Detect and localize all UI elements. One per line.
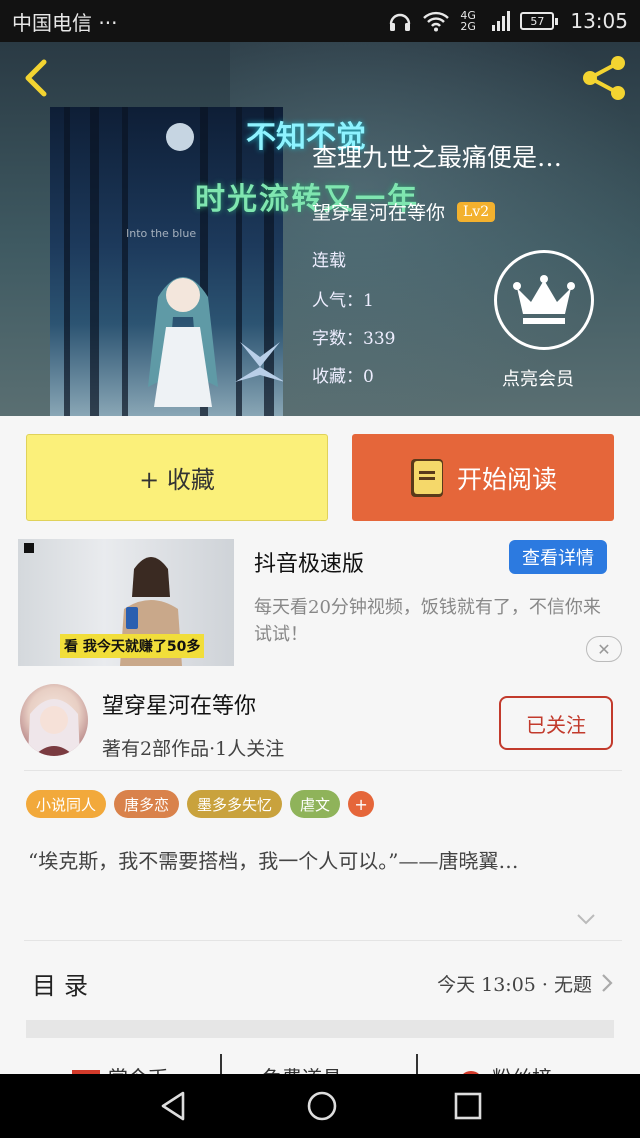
start-reading-label: 开始阅读 (456, 464, 557, 494)
system-nav-bar (0, 1074, 640, 1138)
chevron-down-icon[interactable] (576, 912, 596, 926)
divider (24, 770, 622, 771)
divider (24, 940, 622, 941)
add-tag-button[interactable]: + (348, 791, 375, 817)
back-arrow-icon[interactable] (16, 56, 56, 100)
book-icon (410, 458, 443, 497)
author-name[interactable]: 望穿星河在等你 (102, 688, 256, 720)
reward-button[interactable]: 赏今币 (108, 1062, 168, 1074)
book-intro[interactable]: “埃克斯，我不需要搭档，我一个人可以。”——唐晓翼… (28, 846, 618, 876)
fan-ranking-button[interactable]: 粉丝榜 (492, 1062, 552, 1074)
start-reading-button[interactable]: 开始阅读 (352, 434, 614, 521)
lily-flower-icon (235, 342, 283, 382)
bottom-feature-row: 赏今币 免费道具 粉丝榜 (0, 1048, 640, 1074)
tag-item[interactable]: 虐文 (290, 790, 341, 818)
chevron-right-icon (602, 974, 613, 992)
close-icon: ✕ (597, 639, 611, 659)
nav-recents-icon[interactable] (453, 1091, 483, 1121)
vip-label: 点亮会员 (502, 369, 574, 390)
toc-label: 目录 (32, 972, 96, 1000)
action-bar: + 收藏 开始阅读 (0, 416, 640, 536)
free-props-button[interactable]: 免费道具 (262, 1062, 342, 1074)
nav-home-icon[interactable] (305, 1089, 339, 1123)
avatar[interactable] (20, 684, 88, 756)
clock: 13:05 (570, 9, 628, 33)
network-type: 4G 2G (460, 9, 476, 33)
latest-chapter: 今天 13:05 · 无题 (437, 974, 592, 996)
vip-button[interactable] (494, 250, 594, 350)
tag-item[interactable]: 墨多多失忆 (187, 790, 283, 818)
ad-thumb-caption: 看 我今天就赚了50多 (60, 634, 205, 658)
follow-button[interactable]: 已关注 (499, 696, 613, 750)
cover-illustration (148, 277, 218, 407)
headphone-icon (390, 13, 411, 31)
tag-item[interactable]: 唐多恋 (114, 790, 180, 818)
tiktok-logo-icon (24, 543, 34, 553)
table-of-contents-row[interactable]: 目录 今天 13:05 · 无题 (0, 944, 640, 1020)
cover-small-text: Into the blue (126, 227, 197, 240)
ad-banner[interactable]: 看 我今天就赚了50多 抖音极速版 查看详情 每天看20分钟视频，饭钱就有了，不… (0, 536, 640, 672)
ad-close-button[interactable]: ✕ (586, 636, 622, 662)
moon-glow-icon (166, 123, 194, 151)
nav-back-icon[interactable] (157, 1089, 191, 1123)
ad-description: 每天看20分钟视频，饭钱就有了，不信你来试试！ (254, 597, 601, 645)
carrier-name: 中国电信 (12, 10, 92, 35)
status-bar: 中国电信 ··· 4G 2G 57 13:05 (0, 0, 640, 42)
crown-icon (513, 275, 575, 324)
author-stats: 著有2部作品·1人关注 (102, 738, 285, 760)
wifi-icon (423, 11, 450, 32)
hero-author-name[interactable]: 望穿星河在等你 (312, 198, 445, 225)
status-dots: ··· (98, 10, 118, 35)
signal-icon (492, 11, 511, 31)
word-count: 字数：339 (312, 329, 396, 349)
ad-thumbnail[interactable]: 看 我今天就赚了50多 (18, 539, 234, 666)
favorites-count: 收藏：0 (312, 367, 374, 387)
battery-indicator: 57 (520, 12, 559, 30)
serial-status: 连载 (312, 251, 346, 271)
level-badge: Lv2 (457, 201, 496, 222)
book-title: 查理九世之最痛便是… (312, 143, 563, 172)
tag-item[interactable]: 小说同人 (26, 790, 107, 818)
popularity: 人气：1 (312, 291, 374, 311)
ad-details-button[interactable]: 查看详情 (509, 540, 607, 574)
tag-list: 小说同人 唐多恋 墨多多失忆 虐文 + (26, 790, 375, 818)
book-hero: Into the blue 不知不觉 时光流转又一年 查理九世之最痛便是… 望穿… (0, 42, 640, 416)
section-divider-bar (26, 1020, 614, 1038)
author-card[interactable]: 望穿星河在等你 著有2部作品·1人关注 已关注 (0, 672, 640, 772)
collect-button[interactable]: + 收藏 (26, 434, 328, 521)
share-icon[interactable] (578, 54, 630, 102)
ad-title: 抖音极速版 (254, 552, 365, 577)
